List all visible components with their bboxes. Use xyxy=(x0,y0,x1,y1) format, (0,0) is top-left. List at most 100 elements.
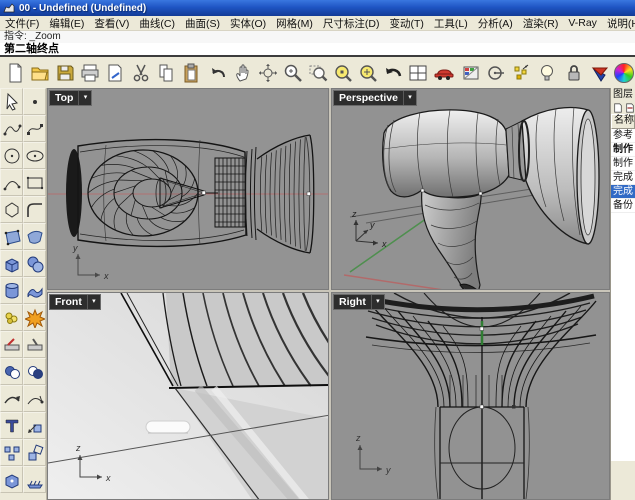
save-button[interactable] xyxy=(53,59,77,87)
control-point-curve-button[interactable] xyxy=(23,115,46,142)
new-layer-icon[interactable] xyxy=(613,103,623,113)
viewport-right[interactable]: z y Right xyxy=(331,292,610,500)
viewport-dropdown-icon[interactable] xyxy=(371,295,384,309)
sphere-button[interactable] xyxy=(23,250,46,277)
viewport-dropdown-icon[interactable] xyxy=(87,295,100,309)
undo-button[interactable] xyxy=(206,59,230,87)
menu-help[interactable]: 说明(H) xyxy=(602,16,635,31)
viewport-label-right[interactable]: Right xyxy=(333,294,385,310)
box-icon xyxy=(2,254,22,274)
viewport-title-right[interactable]: Right xyxy=(334,295,371,309)
open-file-button[interactable] xyxy=(28,59,52,87)
layer-row[interactable]: 完成 xyxy=(611,171,635,185)
polygon-button[interactable] xyxy=(0,196,23,223)
viewport-top[interactable]: y x Top xyxy=(47,88,329,290)
menu-solid[interactable]: 实体(O) xyxy=(225,16,271,31)
viewport-label-front[interactable]: Front xyxy=(49,294,101,310)
curved-surface-button[interactable] xyxy=(23,277,46,304)
print-button[interactable] xyxy=(78,59,102,87)
explode-button[interactable] xyxy=(23,304,46,331)
zoom-extents-button[interactable] xyxy=(356,59,380,87)
move-button[interactable] xyxy=(23,412,46,439)
menu-render[interactable]: 渲染(R) xyxy=(518,16,564,31)
viewport-dropdown-icon[interactable] xyxy=(78,91,91,105)
viewport-title-front[interactable]: Front xyxy=(50,295,87,309)
text-object-button[interactable] xyxy=(0,412,23,439)
lock-button[interactable] xyxy=(562,59,586,87)
blend-curve-button[interactable] xyxy=(0,385,23,412)
menu-edit[interactable]: 编辑(E) xyxy=(44,16,89,31)
circle-button[interactable] xyxy=(0,142,23,169)
menu-mesh[interactable]: 网格(M) xyxy=(271,16,318,31)
cylinder-button[interactable] xyxy=(0,277,23,304)
new-file-button[interactable] xyxy=(3,59,27,87)
viewport-dropdown-icon[interactable] xyxy=(403,91,416,105)
copy-button[interactable] xyxy=(154,59,178,87)
viewport-area: y x Top xyxy=(47,88,610,500)
chamfer-edge-button[interactable] xyxy=(23,331,46,358)
surface-patch-button[interactable] xyxy=(23,223,46,250)
cut-button[interactable] xyxy=(129,59,153,87)
layer-row[interactable]: 制作 xyxy=(611,143,635,157)
viewport-label-perspective[interactable]: Perspective xyxy=(333,90,417,106)
rotate-object-button[interactable] xyxy=(23,439,46,466)
menu-dimension[interactable]: 尺寸标注(D) xyxy=(318,16,385,31)
delete-layer-icon[interactable] xyxy=(625,103,635,113)
surface-3pt-button[interactable] xyxy=(0,223,23,250)
interpolate-curve-button[interactable] xyxy=(0,115,23,142)
viewport-front[interactable]: z x Front xyxy=(47,292,329,500)
select-pointer-button[interactable] xyxy=(0,88,23,115)
viewport-layout-button[interactable] xyxy=(406,59,430,87)
layer-row[interactable]: 备份 xyxy=(611,199,635,213)
paste-button[interactable] xyxy=(179,59,203,87)
layer-row[interactable]: 参考 xyxy=(611,129,635,143)
front-viewport-canvas: z x xyxy=(48,293,329,500)
menu-transform[interactable]: 变动(T) xyxy=(385,16,429,31)
join-button[interactable] xyxy=(0,304,23,331)
command-history-line[interactable]: 指令: _Zoom xyxy=(0,31,635,43)
render-button[interactable] xyxy=(432,59,456,87)
fillet-curve-button[interactable] xyxy=(23,196,46,223)
menu-analyze[interactable]: 分析(A) xyxy=(473,16,518,31)
object-snap-button[interactable] xyxy=(509,59,533,87)
command-prompt-line[interactable]: 第二轴终点 xyxy=(0,43,635,57)
menu-curve[interactable]: 曲线(C) xyxy=(134,16,180,31)
export-button[interactable] xyxy=(103,59,127,87)
menu-view[interactable]: 查看(V) xyxy=(89,16,134,31)
persp-axis-h-label: x xyxy=(381,239,387,249)
array-button[interactable] xyxy=(23,466,46,493)
viewport-title-perspective[interactable]: Perspective xyxy=(334,91,403,105)
menu-vray[interactable]: V-Ray xyxy=(563,17,602,29)
restore-view-button[interactable] xyxy=(381,59,405,87)
pan-button[interactable] xyxy=(231,59,255,87)
zoom-selected-button[interactable] xyxy=(331,59,355,87)
ellipse-button[interactable] xyxy=(23,142,46,169)
viewport-perspective[interactable]: z x y Perspective xyxy=(331,88,610,290)
rectangle-button[interactable] xyxy=(23,169,46,196)
zoom-window-button[interactable] xyxy=(306,59,330,87)
menu-surface[interactable]: 曲面(S) xyxy=(180,16,225,31)
adjust-blend-button[interactable] xyxy=(23,385,46,412)
viewport-label-top[interactable]: Top xyxy=(49,90,92,106)
menu-tools[interactable]: 工具(L) xyxy=(429,16,473,31)
single-point-button[interactable] xyxy=(23,88,46,115)
zoom-dynamic-button[interactable] xyxy=(281,59,305,87)
vray-button[interactable] xyxy=(588,59,612,87)
fillet-edge-button[interactable] xyxy=(0,331,23,358)
rotate-view-button[interactable] xyxy=(256,59,280,87)
render-preview-button[interactable] xyxy=(459,59,483,87)
layer-row[interactable]: 完成 xyxy=(611,185,635,199)
solid-edit-button[interactable] xyxy=(0,466,23,493)
color-wheel-button[interactable] xyxy=(613,59,635,87)
menu-file[interactable]: 文件(F) xyxy=(0,16,44,31)
layers-name-column-header[interactable]: 名称 xyxy=(611,114,635,129)
boolean-union-button[interactable] xyxy=(0,358,23,385)
boolean-difference-button[interactable] xyxy=(23,358,46,385)
arc-button[interactable] xyxy=(0,169,23,196)
osnap-button[interactable] xyxy=(484,59,508,87)
lights-button[interactable] xyxy=(535,59,559,87)
viewport-title-top[interactable]: Top xyxy=(50,91,78,105)
layer-row[interactable]: 制作 xyxy=(611,157,635,171)
block-layout-button[interactable] xyxy=(0,439,23,466)
box-button[interactable] xyxy=(0,250,23,277)
